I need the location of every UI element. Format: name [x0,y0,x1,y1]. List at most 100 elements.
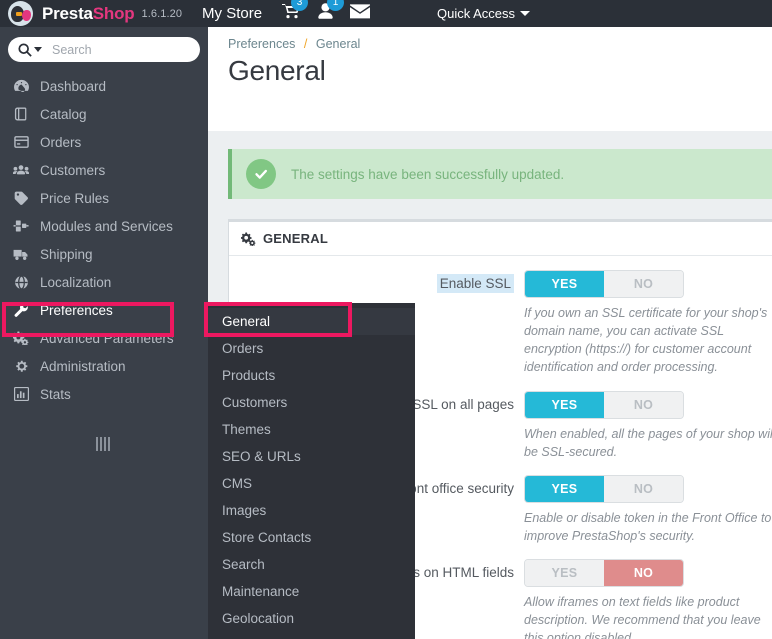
brand-shop: Shop [92,3,135,23]
setting-label-text: Enable SSL [436,274,514,293]
setting-help-text: Enable or disable token in the Front Off… [524,510,772,543]
brand-name[interactable]: PrestaShop [42,3,135,24]
submenu-item-search[interactable]: Search [208,551,415,578]
sidebar-item-advanced-parameters[interactable]: Advanced Parameters [0,324,208,352]
submenu-item-themes[interactable]: Themes [208,416,415,443]
sidebar-item-stats[interactable]: Stats [0,380,208,408]
envelope-icon[interactable] [350,3,371,24]
brand-presta: Presta [42,3,93,23]
sidebar-item-dashboard[interactable]: Dashboard [0,72,208,100]
sidebar-item-label: Preferences [40,302,113,318]
chevron-down-icon [520,11,531,16]
success-alert: The settings have been successfully upda… [228,149,772,199]
sidebar-item-label: Administration [40,358,126,374]
left-sidebar: Dashboard Catalog Orders Customers Price Rul… [0,27,208,639]
setting-help-text: If you own an SSL certificate for your s… [524,306,768,375]
sidebar-item-label: Stats [40,386,71,402]
toggle-no-option[interactable]: NO [604,271,683,297]
yes-no-toggle[interactable]: YES NO [524,559,684,587]
submenu-item-maintenance[interactable]: Maintenance [208,578,415,605]
toggle-no-option[interactable]: NO [604,475,683,502]
dashboard-icon [10,79,32,93]
setting-control: YES NO Enable or disable token in the Fron… [524,474,772,545]
yes-no-toggle[interactable]: YES NO [524,270,684,298]
submenu-item-images[interactable]: Images [208,497,415,524]
sidebar-item-customers[interactable]: Customers [0,156,208,184]
shopping-cart-icon[interactable]: 3 [282,0,309,24]
success-alert-message: The settings have been successfully upda… [291,166,565,182]
toggle-yes-option[interactable]: YES [525,560,604,586]
submenu-item-cms[interactable]: CMS [208,470,415,497]
cart-badge: 3 [291,0,309,11]
submenu-item-store-contacts[interactable]: Store Contacts [208,524,415,551]
sidebar-item-label: Advanced Parameters [40,330,174,346]
sidebar-item-label: Dashboard [40,78,107,94]
toggle-yes-option[interactable]: YES [525,271,604,297]
wrench-icon [10,302,32,318]
breadcrumb-separator: / [303,37,308,51]
page-title: General [228,55,326,86]
submenu-item-orders[interactable]: Orders [208,335,415,362]
panel-title: GENERAL [263,231,328,246]
credit-card-icon [10,136,32,148]
setting-help-text: Allow iframes on text fields like produc… [524,595,761,639]
toggle-no-option[interactable]: NO [604,391,683,418]
sidebar-item-label: Catalog [40,106,87,122]
sidebar-item-shipping[interactable]: Shipping [0,240,208,268]
globe-icon [10,274,32,290]
breadcrumb-parent[interactable]: Preferences [228,37,295,51]
sidebar-item-label: Orders [40,134,82,150]
sidebar-item-price-rules[interactable]: Price Rules [0,184,208,212]
prestashop-admin-page: PrestaShop 1.6.1.20 My Store 3 1 Quick A… [0,0,772,639]
sidebar-item-catalog[interactable]: Catalog [0,100,208,128]
gears-icon [241,232,256,246]
toggle-no-option[interactable]: NO [604,560,683,586]
setting-control: YES NO Allow iframes on text fields like p… [524,559,772,639]
submenu-item-customers[interactable]: Customers [208,389,415,416]
book-icon [10,107,32,121]
sidebar-item-preferences[interactable]: Preferences [0,296,208,324]
sidebar-item-label: Price Rules [40,190,110,206]
search-input[interactable] [52,42,182,57]
submenu-item-general[interactable]: General [208,308,415,335]
sidebar-item-localization[interactable]: Localization [0,268,208,296]
toggle-yes-option[interactable]: YES [525,391,604,418]
toggle-yes-option[interactable]: YES [525,475,604,502]
person-icon[interactable]: 1 [318,0,345,24]
submenu-item-geolocation[interactable]: Geolocation [208,605,415,632]
header-icon-group: 3 1 [282,0,371,24]
sidebar-item-label: Modules and Services [40,218,173,234]
sidebar-item-label: Localization [40,274,112,290]
tag-icon [10,191,32,205]
search-box[interactable] [8,37,200,62]
prestashop-logo-icon[interactable] [0,0,40,27]
collapse-handle-icon[interactable] [96,437,110,451]
people-icon [10,164,32,177]
gear-icon [10,359,32,374]
sidebar-nav: Dashboard Catalog Orders Customers Price Rul… [0,72,208,408]
sidebar-item-orders[interactable]: Orders [0,128,208,156]
version-label: 1.6.1.20 [141,7,183,20]
setting-help-text: When enabled, all the pages of your shop… [524,426,772,459]
search-icon [18,42,32,57]
store-name-link[interactable]: My Store [202,5,262,22]
bar-chart-icon [10,387,32,401]
yes-no-toggle[interactable]: YES NO [524,474,684,503]
gears-icon [10,331,32,345]
submenu-item-seo-urls[interactable]: SEO & URLs [208,443,415,470]
top-header-bar: PrestaShop 1.6.1.20 My Store 3 1 Quick A… [0,0,772,27]
sidebar-item-label: Shipping [40,246,93,262]
sidebar-search-wrap [0,27,208,68]
sidebar-item-modules-and-services[interactable]: Modules and Services [0,212,208,240]
setting-control: YES NO When enabled, all the pages of your… [524,390,772,461]
panel-header: GENERAL [229,222,772,256]
yes-no-toggle[interactable]: YES NO [524,390,684,419]
check-circle-icon [246,159,276,189]
submenu-item-products[interactable]: Products [208,362,415,389]
preferences-submenu: General Orders Products Customers Themes SEO … [208,303,415,639]
quick-access-menu[interactable]: Quick Access [437,0,531,27]
breadcrumb-current: General [315,37,361,51]
truck-icon [10,248,32,261]
sidebar-item-administration[interactable]: Administration [0,352,208,380]
chevron-down-icon[interactable] [34,47,42,52]
